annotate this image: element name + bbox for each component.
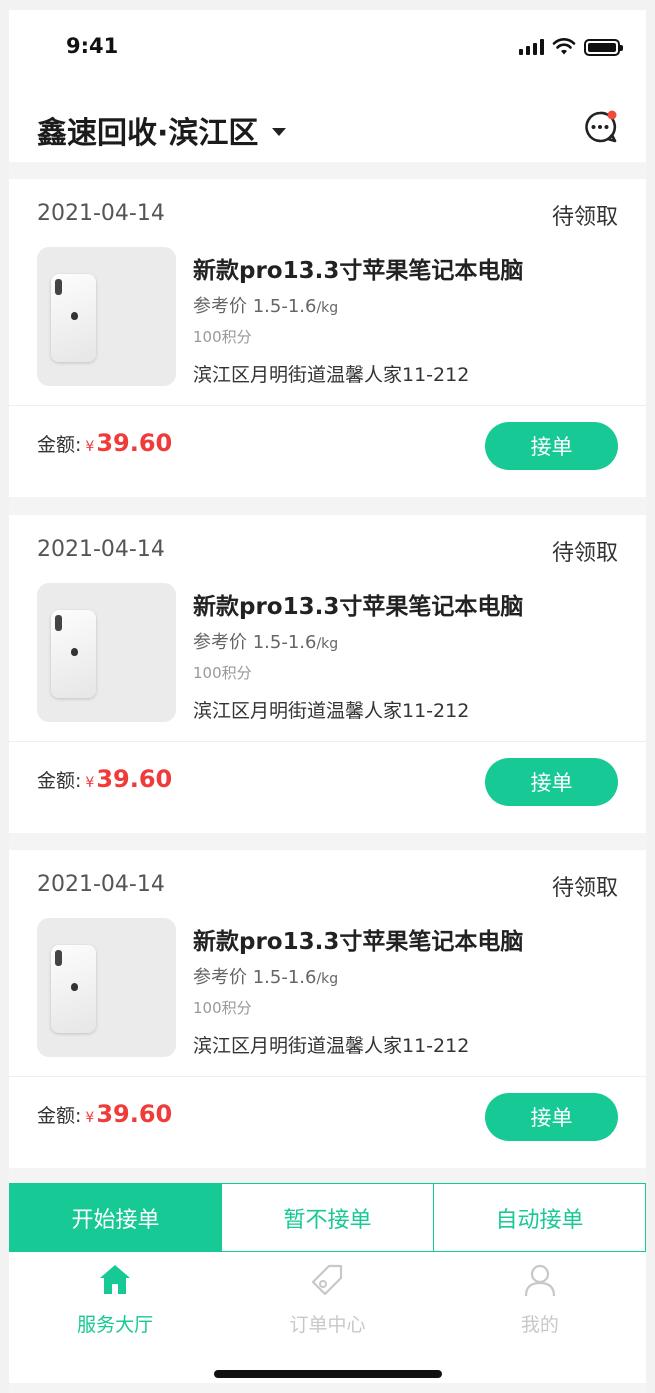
amount-label: 金额:: [37, 1105, 82, 1127]
order-date: 2021-04-14: [37, 872, 165, 897]
start-accepting-button[interactable]: 开始接单: [10, 1184, 222, 1251]
amount-value: 39.60: [96, 429, 173, 457]
tab-label: 服务大厅: [77, 1314, 154, 1336]
accept-order-button[interactable]: 接单: [485, 422, 618, 470]
order-status: 待领取: [551, 876, 618, 901]
product-image: [37, 583, 176, 722]
wifi-icon: [552, 38, 576, 55]
reference-price: 参考价 1.5-1.6/kg: [193, 632, 339, 653]
amount: 金额: ¥ 39.60: [37, 1100, 172, 1128]
amount: 金额: ¥ 39.60: [37, 765, 172, 793]
user-icon: [524, 1264, 555, 1297]
amount-value: 39.60: [96, 1100, 173, 1128]
tab-label: 订单中心: [289, 1314, 366, 1336]
order-card: 2021-04-14 待领取 新款pro13.3寸苹果笔记本电脑 参考价 1.5…: [9, 850, 646, 1168]
message-icon[interactable]: [582, 109, 618, 145]
tab-order-center[interactable]: 订单中心: [221, 1252, 433, 1383]
amount-label: 金额:: [37, 434, 82, 456]
tag-icon: [312, 1264, 343, 1296]
tab-label: 我的: [520, 1314, 559, 1336]
order-card: 2021-04-14 待领取 新款pro13.3寸苹果笔记本电脑 参考价 1.5…: [9, 515, 646, 833]
location-selector[interactable]: 鑫速回收·滨江区: [37, 108, 287, 152]
order-card: 2021-04-14 待领取 新款pro13.3寸苹果笔记本电脑 参考价 1.5…: [9, 179, 646, 497]
page-title: 鑫速回收·滨江区: [37, 116, 259, 151]
reference-price: 参考价 1.5-1.6/kg: [193, 967, 339, 988]
product-image: [37, 247, 176, 386]
bottom-tab-bar: 服务大厅 订单中心 我的: [9, 1252, 646, 1383]
status-time: 9:41: [66, 34, 119, 58]
status-icons: [519, 38, 623, 56]
address: 滨江区月明街道温馨人家11-212: [193, 1035, 470, 1057]
currency-symbol: ¥: [85, 775, 95, 791]
points: 100积分: [193, 999, 252, 1017]
amount-value: 39.60: [96, 765, 173, 793]
amount: 金额: ¥ 39.60: [37, 429, 172, 457]
header: 9:41 鑫速回收·滨江区: [9, 10, 646, 162]
product-name: 新款pro13.3寸苹果笔记本电脑: [193, 929, 524, 955]
divider: [9, 405, 646, 406]
signal-icon: [519, 39, 544, 55]
order-status: 待领取: [551, 205, 618, 230]
tab-mine[interactable]: 我的: [434, 1252, 646, 1383]
product-name: 新款pro13.3寸苹果笔记本电脑: [193, 258, 524, 284]
order-date: 2021-04-14: [37, 201, 165, 226]
caret-down-icon: [272, 128, 287, 136]
currency-symbol: ¥: [85, 1110, 95, 1126]
points: 100积分: [193, 664, 252, 682]
divider: [9, 741, 646, 742]
reference-price: 参考价 1.5-1.6/kg: [193, 296, 339, 317]
home-icon: [100, 1265, 131, 1294]
order-mode-bar: 开始接单 暂不接单 自动接单: [9, 1183, 646, 1252]
unread-badge: [607, 110, 617, 120]
address: 滨江区月明街道温馨人家11-212: [193, 364, 470, 386]
accept-order-button[interactable]: 接单: [485, 758, 618, 806]
product-name: 新款pro13.3寸苹果笔记本电脑: [193, 594, 524, 620]
order-date: 2021-04-14: [37, 537, 165, 562]
accept-order-button[interactable]: 接单: [485, 1093, 618, 1141]
currency-symbol: ¥: [85, 439, 95, 455]
pause-accepting-button[interactable]: 暂不接单: [222, 1184, 434, 1251]
amount-label: 金额:: [37, 770, 82, 792]
divider: [9, 1076, 646, 1077]
tab-service-hall[interactable]: 服务大厅: [9, 1252, 221, 1383]
points: 100积分: [193, 328, 252, 346]
product-image: [37, 918, 176, 1057]
address: 滨江区月明街道温馨人家11-212: [193, 700, 470, 722]
auto-accept-button[interactable]: 自动接单: [434, 1184, 645, 1251]
home-indicator: [214, 1370, 442, 1378]
order-status: 待领取: [551, 541, 618, 566]
battery-icon: [584, 38, 623, 56]
